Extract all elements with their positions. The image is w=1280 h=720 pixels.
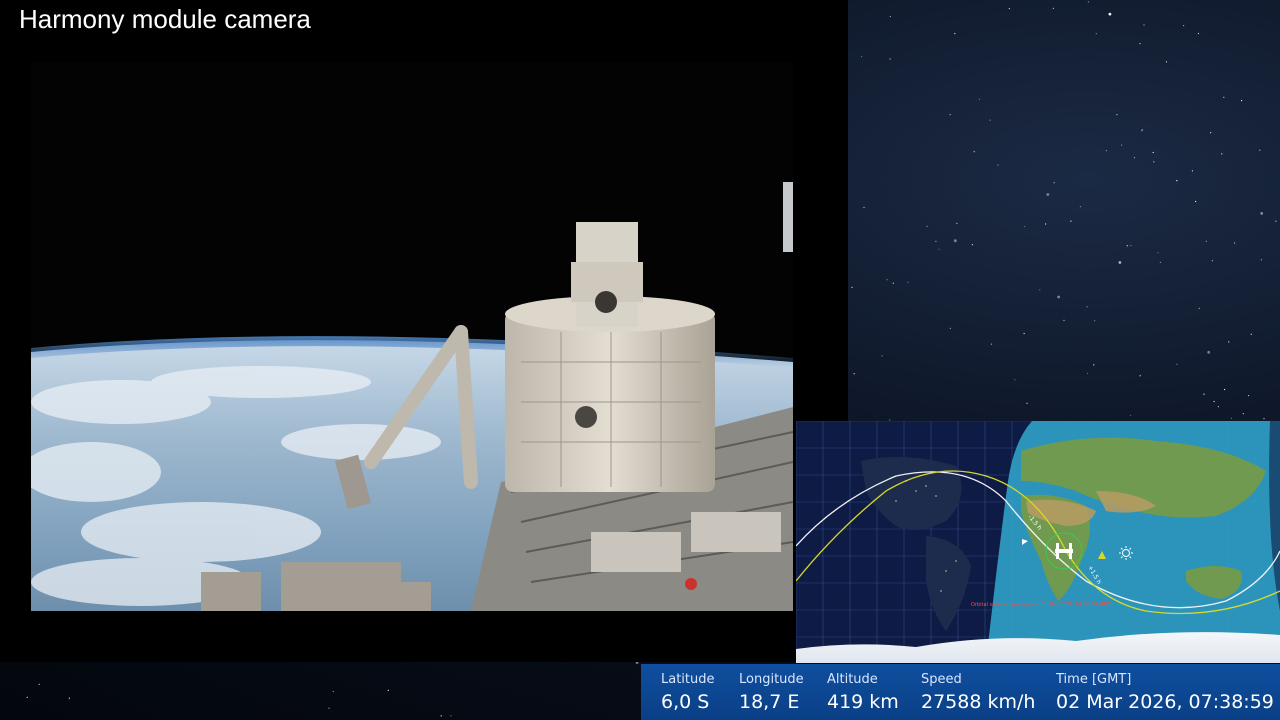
time-label: Time [GMT] [1056,672,1132,687]
longitude-label: Longitude [739,672,804,687]
ground-track-map: -1.5 h +1.5 h Orbital solar eclipse epoc… [796,421,1280,663]
telemetry-bar: Latitude 6,0 S Longitude 18,7 E Altitude… [641,664,1280,720]
latitude-value: 6,0 S [661,691,710,713]
longitude-value: 18,7 E [739,691,800,713]
altitude-label: Altitude [827,672,878,687]
altitude-value: 419 km [827,691,899,713]
stage: Harmony module camera -1.5 h +1.5 h Orbi… [0,0,1280,720]
time-value: 02 Mar 2026, 07:38:59 [1056,691,1274,713]
speed-label: Speed [921,672,962,687]
latitude-label: Latitude [661,672,715,687]
camera-title: Harmony module camera [19,4,311,34]
speed-value: 27588 km/h [921,691,1036,713]
camera-feed [31,62,793,611]
orbit-caption: Orbital solar eclipse epoch: 01 Mar 2026… [971,602,1112,608]
